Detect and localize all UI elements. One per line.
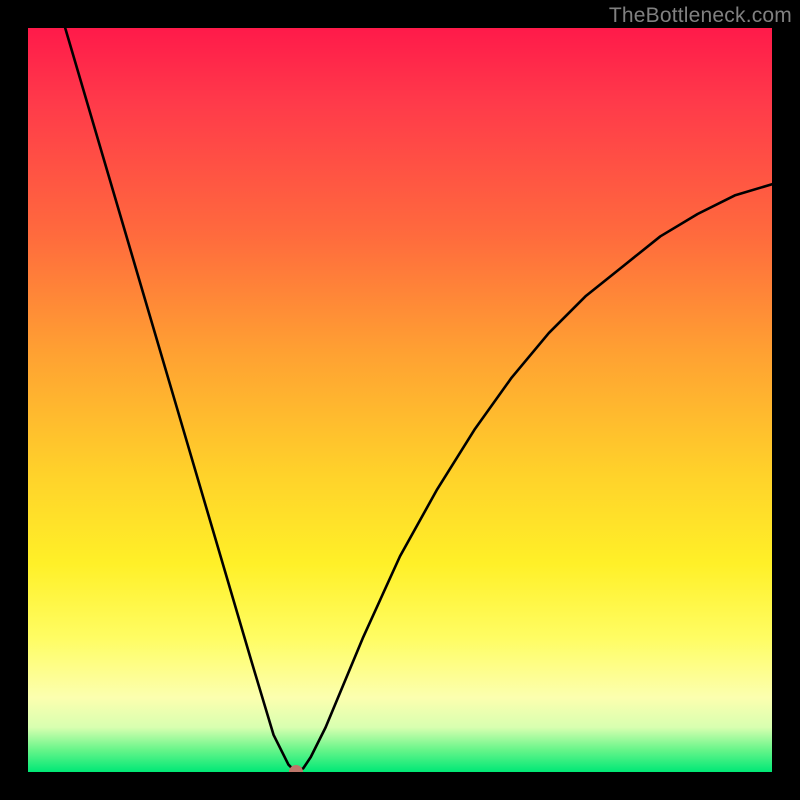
chart-frame: TheBottleneck.com (0, 0, 800, 800)
watermark-text: TheBottleneck.com (609, 4, 792, 28)
bottleneck-curve (28, 28, 772, 772)
plot-area (28, 28, 772, 772)
minimum-marker (289, 765, 303, 772)
